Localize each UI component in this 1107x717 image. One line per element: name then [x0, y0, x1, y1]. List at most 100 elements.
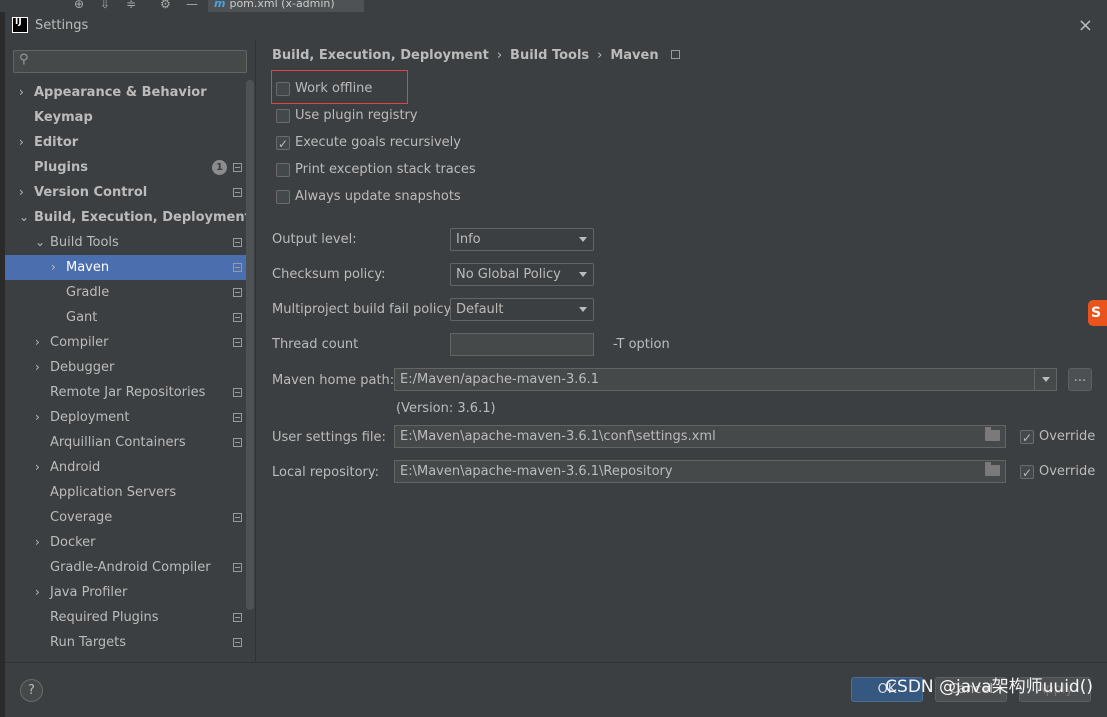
- thread-count-label: Thread count: [272, 337, 359, 352]
- checkbox-box[interactable]: [1020, 463, 1034, 483]
- chevron-right-icon[interactable]: ›: [35, 530, 40, 555]
- fail-policy-select[interactable]: Default: [450, 298, 594, 321]
- local-repository-value: E:\Maven\apache-maven-3.6.1\Repository: [400, 464, 673, 479]
- chevron-right-icon[interactable]: ›: [51, 255, 56, 280]
- project-scope-icon: [233, 413, 242, 422]
- folder-icon[interactable]: [985, 462, 1000, 476]
- sidebar-item-label: Maven: [66, 260, 110, 275]
- sidebar-item-coverage[interactable]: Coverage: [5, 505, 246, 530]
- sidebar-item-label: Gradle: [66, 285, 110, 300]
- chevron-right-icon[interactable]: ›: [35, 330, 40, 355]
- user-settings-input[interactable]: E:\Maven\apache-maven-3.6.1\conf\setting…: [394, 425, 1006, 448]
- maven-version-text: (Version: 3.6.1): [396, 401, 496, 416]
- checkbox-box[interactable]: [276, 190, 290, 204]
- sidebar-item-appearance-behavior[interactable]: › Appearance & Behavior: [5, 80, 246, 105]
- sidebar-item-deployment[interactable]: › Deployment: [5, 405, 246, 430]
- sidebar-item-application-servers[interactable]: Application Servers: [5, 480, 246, 505]
- sidebar-item-editor[interactable]: › Editor: [5, 130, 246, 155]
- output-level-select[interactable]: Info: [450, 228, 594, 251]
- breadcrumb-item[interactable]: Build, Execution, Deployment: [272, 48, 489, 63]
- project-scope-icon: [233, 288, 242, 297]
- sidebar-item-docker[interactable]: › Docker: [5, 530, 246, 555]
- checksum-policy-label: Checksum policy:: [272, 267, 386, 282]
- collapse-icon[interactable]: ⇩: [100, 0, 110, 11]
- sidebar-item-maven[interactable]: › Maven: [5, 255, 246, 280]
- checkbox-box[interactable]: [1020, 428, 1034, 448]
- sidebar-item-label: Plugins: [34, 160, 88, 175]
- chevron-down-icon[interactable]: ⌄: [19, 205, 29, 230]
- sidebar-item-plugins[interactable]: Plugins 1: [5, 155, 246, 180]
- chevron-right-icon[interactable]: ›: [35, 455, 40, 480]
- user-settings-label: User settings file:: [272, 430, 386, 445]
- sidebar-item-gant[interactable]: Gant: [5, 305, 246, 330]
- sidebar-item-build-execution-deployment[interactable]: ⌄ Build, Execution, Deployment: [5, 205, 251, 230]
- chevron-right-icon[interactable]: ›: [35, 355, 40, 380]
- settings-dialog: IJ Settings × ⚲ › Appearance & Behavior Ke…: [5, 12, 1107, 717]
- editor-tab-label: pom.xml (x-admin): [229, 0, 335, 10]
- checksum-policy-select[interactable]: No Global Policy: [450, 263, 594, 286]
- sidebar-item-gradle-android-compiler[interactable]: Gradle-Android Compiler: [5, 555, 246, 580]
- sidebar-item-label: Android: [50, 460, 101, 475]
- chevron-right-icon[interactable]: ›: [19, 180, 24, 205]
- chevron-right-icon[interactable]: ›: [35, 580, 40, 605]
- browse-button[interactable]: ...: [1068, 368, 1092, 391]
- checkbox-box[interactable]: [276, 134, 290, 154]
- minimize-icon[interactable]: —: [186, 0, 198, 11]
- sidebar-item-remote-jar-repositories[interactable]: Remote Jar Repositories: [5, 380, 246, 405]
- chevron-right-icon[interactable]: ›: [19, 130, 24, 155]
- local-repository-input[interactable]: E:\Maven\apache-maven-3.6.1\Repository: [394, 460, 1006, 483]
- sidebar-item-keymap[interactable]: Keymap: [5, 105, 246, 130]
- editor-tab-pom[interactable]: m pom.xml (x-admin): [208, 0, 364, 12]
- checksum-policy-value: No Global Policy: [456, 267, 561, 282]
- output-level-label: Output level:: [272, 232, 357, 247]
- ide-toolbar: ⊕ ⇩ ≑ ⚙ — m pom.xml (x-admin): [0, 0, 1107, 12]
- maven-home-combo[interactable]: E:/Maven/apache-maven-3.6.1: [394, 368, 1057, 391]
- sidebar-item-debugger[interactable]: › Debugger: [5, 355, 246, 380]
- checkbox-label: Override: [1039, 464, 1096, 479]
- project-scope-icon: [233, 638, 242, 647]
- close-icon[interactable]: ×: [1078, 15, 1093, 36]
- sidebar-item-build-tools[interactable]: ⌄ Build Tools: [5, 230, 246, 255]
- sogou-ime-icon[interactable]: S: [1088, 300, 1107, 326]
- checkbox-label: Print exception stack traces: [295, 162, 476, 177]
- target-icon[interactable]: ⊕: [74, 0, 84, 11]
- checkbox-box[interactable]: [276, 82, 290, 96]
- checkbox-label: Work offline: [295, 81, 373, 96]
- fail-policy-label: Multiproject build fail policy:: [272, 302, 455, 317]
- folder-icon[interactable]: [985, 427, 1000, 441]
- sidebar-item-version-control[interactable]: › Version Control: [5, 180, 246, 205]
- chevron-right-icon[interactable]: ›: [35, 405, 40, 430]
- search-input[interactable]: ⚲: [13, 50, 247, 73]
- sidebar-item-label: Java Profiler: [50, 585, 128, 600]
- checkbox-box[interactable]: [276, 163, 290, 177]
- sidebar-item-label: Deployment: [50, 410, 130, 425]
- help-button[interactable]: ?: [20, 679, 43, 702]
- chevron-down-icon: [579, 237, 587, 242]
- sidebar-item-run-targets[interactable]: Run Targets: [5, 630, 246, 655]
- checkbox-box[interactable]: [276, 109, 290, 123]
- maven-file-icon: m: [214, 0, 226, 10]
- sidebar-scrollbar[interactable]: [246, 80, 254, 610]
- chevron-down-icon[interactable]: ⌄: [35, 230, 45, 255]
- gear-icon[interactable]: ⚙: [160, 0, 171, 11]
- chevron-right-icon[interactable]: ›: [19, 80, 24, 105]
- sidebar-item-android[interactable]: › Android: [5, 455, 246, 480]
- sidebar-item-label: Gant: [66, 310, 98, 325]
- sidebar-item-required-plugins[interactable]: Required Plugins: [5, 605, 246, 630]
- intellij-app-icon: IJ: [12, 17, 28, 33]
- user-settings-value: E:\Maven\apache-maven-3.6.1\conf\setting…: [400, 429, 716, 444]
- sidebar-item-label: Required Plugins: [50, 610, 159, 625]
- sidebar-item-java-profiler[interactable]: › Java Profiler: [5, 580, 246, 605]
- chevron-down-icon[interactable]: [1034, 369, 1056, 390]
- sidebar-item-label: Run Targets: [50, 635, 127, 650]
- sidebar-item-arquillian-containers[interactable]: Arquillian Containers: [5, 430, 246, 455]
- sidebar-item-label: Arquillian Containers: [50, 435, 186, 450]
- breadcrumb-item[interactable]: Build Tools: [510, 48, 589, 63]
- project-scope-icon: [233, 338, 242, 347]
- sidebar-item-compiler[interactable]: › Compiler: [5, 330, 246, 355]
- checkbox-label: Execute goals recursively: [295, 135, 461, 150]
- expand-icon[interactable]: ≑: [126, 0, 136, 11]
- sidebar-item-gradle[interactable]: Gradle: [5, 280, 246, 305]
- thread-count-input[interactable]: [450, 333, 594, 356]
- breadcrumb-separator: ›: [496, 48, 503, 63]
